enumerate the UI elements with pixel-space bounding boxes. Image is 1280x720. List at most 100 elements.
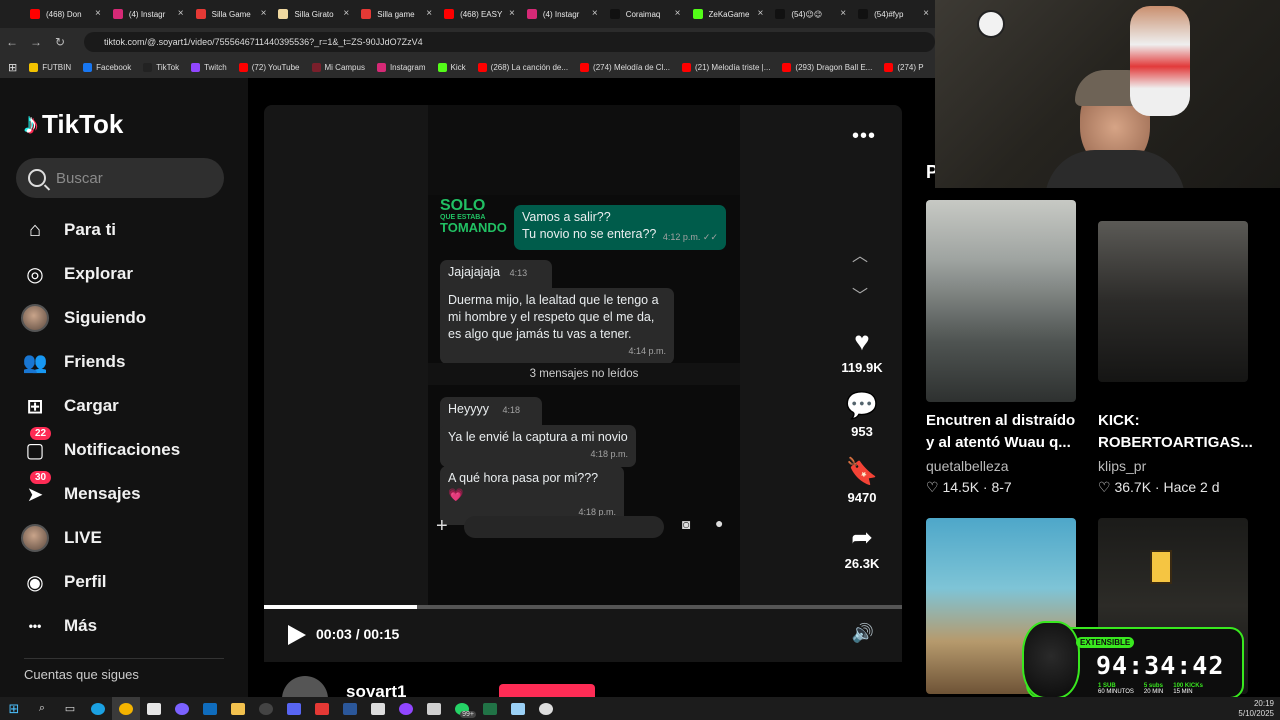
video-thumbnail[interactable] [926, 200, 1076, 402]
video-player[interactable]: SOLO QUE ESTABA TOMANDO Vamos a salir?? … [264, 105, 902, 605]
bookmark-item[interactable]: (274) Melodía de Cl... [580, 62, 670, 72]
search-icon[interactable]: ⌕ [28, 697, 56, 720]
app-icon[interactable] [532, 697, 560, 720]
close-icon[interactable]: × [261, 8, 267, 19]
close-icon[interactable]: × [95, 8, 101, 19]
sidebar-item-m-s[interactable]: ••• Más [20, 604, 180, 648]
close-icon[interactable]: × [343, 8, 349, 19]
chrome-icon[interactable] [112, 697, 140, 720]
obs-icon[interactable] [252, 697, 280, 720]
bookmark-item[interactable]: (293) Dragon Ball E... [782, 62, 872, 72]
copilot-icon[interactable] [168, 697, 196, 720]
close-icon[interactable]: × [923, 8, 929, 19]
bookmark-item[interactable]: Instagram [376, 62, 426, 72]
browser-tab[interactable]: ZeKaGame × [687, 0, 770, 28]
close-icon[interactable]: × [426, 8, 432, 19]
excel-icon[interactable] [476, 697, 504, 720]
bookmark-item[interactable]: Kick [437, 62, 466, 72]
sidebar-item-siguiendo[interactable]: Siguiendo [20, 296, 180, 340]
sidebar-item-explorar[interactable]: ◎ Explorar [20, 252, 180, 296]
discord-icon[interactable] [280, 697, 308, 720]
tiktok-logo[interactable]: ♪ TikTok [24, 108, 123, 140]
bookmark-item[interactable]: Twitch [191, 62, 227, 72]
sidebar-item-mensajes[interactable]: ➤ 30 Mensajes [20, 471, 180, 516]
bookmark-item[interactable]: Facebook [83, 62, 131, 72]
close-icon[interactable]: × [757, 8, 763, 19]
bookmark-label: Mi Campus [324, 62, 365, 72]
close-icon[interactable]: × [178, 8, 184, 19]
bookmark-favicon-icon [884, 62, 894, 72]
sidebar-item-friends[interactable]: 👥 Friends [20, 340, 180, 384]
video-thumbnail[interactable] [1098, 221, 1248, 382]
like-button[interactable]: ♥ 119.9K [836, 326, 888, 375]
browser-tab[interactable]: (54)#fyp × [852, 0, 935, 28]
close-icon[interactable]: × [592, 8, 598, 19]
windows-start-icon[interactable]: ⊞ [0, 697, 28, 720]
browser-tab[interactable]: (4) Instagr × [521, 0, 604, 28]
youtube-icon[interactable] [308, 697, 336, 720]
bookmark-item[interactable]: FUTBIN [29, 62, 71, 72]
task-view-icon[interactable]: ▭ [56, 697, 84, 720]
sidebar-item-live[interactable]: LIVE [20, 516, 180, 560]
video-time: 00:03 / 00:15 [316, 626, 400, 642]
bookmark-item[interactable]: (72) YouTube [238, 62, 300, 72]
url-field[interactable]: tiktok.com/@.soyart1/video/7555646711440… [84, 32, 935, 52]
chevron-up-icon[interactable]: ︿ [852, 242, 868, 266]
notepad-icon[interactable] [504, 697, 532, 720]
browser-tab[interactable]: Silla game × [355, 0, 438, 28]
close-icon[interactable]: × [840, 8, 846, 19]
file-explorer-icon[interactable] [224, 697, 252, 720]
play-icon[interactable] [288, 625, 306, 645]
message-text: Heyyyy [448, 402, 489, 416]
video-user[interactable]: quetalbelleza [926, 458, 1009, 474]
browser-tab[interactable]: Silla Game × [190, 0, 273, 28]
browser-tab[interactable]: (468) EASY × [438, 0, 521, 28]
back-arrow-icon[interactable]: ← [0, 30, 24, 54]
browser-address-bar: ← → ↻ tiktok.com/@.soyart1/video/7555646… [0, 28, 935, 56]
browser-tab[interactable]: (4) Instagr × [107, 0, 190, 28]
video-controls: 00:03 / 00:15 🔊 [264, 609, 902, 662]
calendar-icon[interactable] [140, 697, 168, 720]
bookmark-item[interactable]: (268) La canción de... [477, 62, 568, 72]
bookmark-item[interactable]: (274) P [884, 62, 924, 72]
forward-arrow-icon[interactable]: → [24, 30, 48, 54]
sidebar-item-para-ti[interactable]: ⌂ Para ti [20, 208, 180, 252]
system-clock[interactable]: 20:19 5/10/2025 [1238, 699, 1274, 719]
more-options-icon[interactable]: ••• [852, 125, 876, 148]
browser-tab[interactable]: (468) Don × [24, 0, 107, 28]
browser-tab[interactable]: Coraimaq × [604, 0, 687, 28]
close-icon[interactable]: × [675, 8, 681, 19]
capcut-icon[interactable] [364, 697, 392, 720]
reload-icon[interactable]: ↻ [48, 30, 72, 54]
video-caption[interactable]: KICK: ROBERTOARTIGAS... [1098, 410, 1253, 454]
video-caption[interactable]: Encutren al distraído y al atentó Wuau q… [926, 410, 1078, 454]
video-user[interactable]: klips_pr [1098, 458, 1146, 474]
bookmark-item[interactable]: (21) Melodía triste |... [681, 62, 770, 72]
browser-tab[interactable]: (54)😉😉 × [769, 0, 852, 28]
sidebar-item-cargar[interactable]: ⊞ Cargar [20, 384, 180, 428]
sidebar-item-notificaciones[interactable]: ▢ 22 Notificaciones [20, 427, 180, 472]
sidebar-item-perfil[interactable]: ◉ Perfil [20, 560, 180, 604]
comment-button[interactable]: 💬 953 [836, 390, 888, 439]
share-button[interactable]: ➦ 26.3K [836, 522, 888, 571]
share-icon: ➦ [851, 522, 873, 552]
search-input[interactable]: Buscar [16, 158, 224, 198]
tab-label: Silla Girato [294, 9, 334, 19]
bookmark-item[interactable]: TikTok [143, 62, 179, 72]
save-count: 9470 [847, 490, 877, 505]
chevron-down-icon[interactable]: ﹀ [852, 282, 868, 306]
apps-grid-icon[interactable]: ⊞ [8, 61, 17, 74]
save-button[interactable]: 🔖 9470 [836, 456, 888, 505]
app-icon[interactable] [420, 697, 448, 720]
browser-tab[interactable]: Silla Girato × [272, 0, 355, 28]
volume-icon[interactable]: 🔊 [852, 623, 874, 644]
close-icon[interactable]: × [509, 8, 515, 19]
message-text: Ya le envié la captura a mi novio [448, 430, 628, 444]
twitch-app-icon[interactable] [392, 697, 420, 720]
chat-input-field [464, 516, 664, 538]
outlook-icon[interactable] [196, 697, 224, 720]
bookmark-item[interactable]: Mi Campus [311, 62, 365, 72]
whatsapp-icon[interactable]: 99+ [448, 697, 476, 720]
word-icon[interactable] [336, 697, 364, 720]
edge-icon[interactable] [84, 697, 112, 720]
